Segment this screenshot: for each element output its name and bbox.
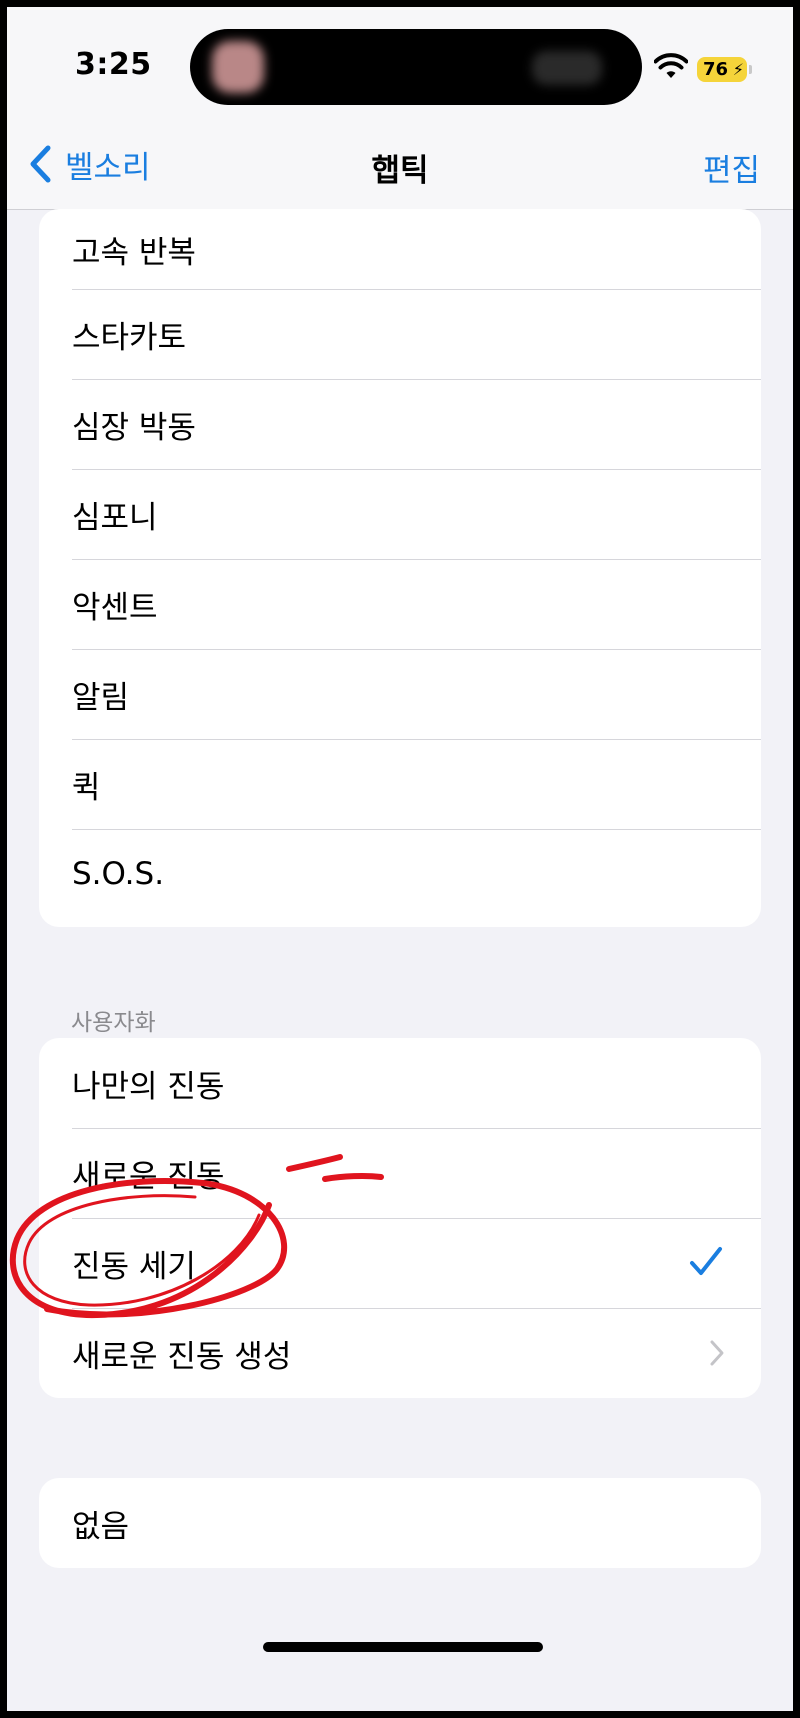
custom-haptics-group: 나만의 진동 새로운 진동 진동 세기 새로운 진동 생성 — [39, 1038, 761, 1398]
custom-option-label: 나만의 진동 — [72, 1068, 225, 1105]
custom-option-label: 진동 세기 — [72, 1248, 196, 1285]
edit-button[interactable]: 편집 — [703, 145, 760, 190]
home-indicator[interactable] — [263, 1642, 543, 1652]
custom-option-row[interactable]: 나만의 진동 — [39, 1038, 761, 1128]
haptic-option-row[interactable]: 스타카토 — [39, 289, 761, 379]
wifi-icon — [654, 53, 688, 78]
haptic-option-label: 악센트 — [72, 589, 158, 626]
haptic-option-label: 스타카토 — [72, 319, 187, 356]
none-group: 없음 — [39, 1478, 761, 1568]
charging-bolt-icon: ⚡ — [732, 60, 744, 79]
haptic-option-row[interactable]: 고속 반복 — [39, 209, 761, 289]
custom-option-label: 새로운 진동 — [72, 1158, 225, 1195]
haptic-option-label: 고속 반복 — [72, 234, 196, 271]
navigation-bar: 벨소리 햅틱 편집 — [7, 119, 793, 210]
status-time: 3:25 — [75, 47, 152, 82]
custom-option-label: 새로운 진동 생성 — [72, 1338, 292, 1375]
status-bar: 3:25 76 ⚡ — [7, 7, 793, 119]
section-header-custom: 사용자화 — [71, 1010, 156, 1036]
haptic-option-row[interactable]: 심장 박동 — [39, 379, 761, 469]
island-live-activity-detail — [532, 51, 602, 85]
create-new-vibration-row[interactable]: 새로운 진동 생성 — [39, 1308, 761, 1398]
page-title: 햅틱 — [371, 153, 429, 189]
dynamic-island — [190, 29, 642, 105]
haptic-option-row[interactable]: S.O.S. — [39, 829, 761, 919]
haptic-option-label: 심포니 — [72, 499, 158, 536]
custom-option-row-selected[interactable]: 진동 세기 — [39, 1218, 761, 1308]
battery-indicator: 76 ⚡ — [697, 57, 752, 82]
island-live-activity-thumbnail — [212, 41, 264, 93]
haptic-option-row[interactable]: 알림 — [39, 649, 761, 739]
checkmark-icon — [690, 1247, 722, 1275]
haptic-option-row[interactable]: 심포니 — [39, 469, 761, 559]
haptic-option-label: 퀵 — [72, 769, 101, 806]
custom-option-row[interactable]: 새로운 진동 — [39, 1128, 761, 1218]
screen: 3:25 76 ⚡ 벨소리 햅틱 편집 고속 반복 스타카토 심장 박동 심포니… — [7, 7, 793, 1711]
haptic-option-label: S.O.S. — [72, 856, 165, 892]
haptic-option-row[interactable]: 악센트 — [39, 559, 761, 649]
chevron-right-icon — [710, 1340, 724, 1366]
battery-level: 76 — [703, 59, 729, 80]
standard-haptics-group: 고속 반복 스타카토 심장 박동 심포니 악센트 알림 퀵 S.O.S. — [39, 209, 761, 927]
haptic-option-row[interactable]: 퀵 — [39, 739, 761, 829]
none-option-label: 없음 — [72, 1508, 130, 1545]
haptic-option-label: 심장 박동 — [72, 409, 196, 446]
none-option-row[interactable]: 없음 — [39, 1478, 761, 1568]
haptic-option-label: 알림 — [72, 679, 130, 716]
